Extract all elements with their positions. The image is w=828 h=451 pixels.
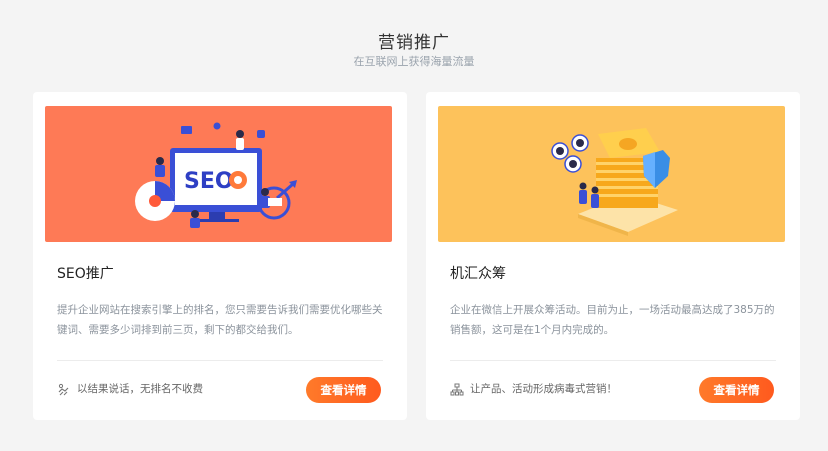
footer-text: 以结果说话，无排名不收费 xyxy=(77,383,203,395)
card-description: 提升企业网站在搜索引擎上的排名，您只需要告诉我们需要优化哪些关键词、需要多少词排… xyxy=(57,304,383,336)
view-details-button[interactable]: 查看详情 xyxy=(306,377,381,403)
seo-banner-text: SEO xyxy=(184,169,234,194)
crowdfunding-illustration xyxy=(438,106,785,242)
handshake-icon xyxy=(57,382,71,396)
card-title: 机汇众筹 xyxy=(450,266,506,282)
section-title: 营销推广 xyxy=(378,33,450,53)
section-subtitle: 在互联网上获得海量流量 xyxy=(353,55,475,68)
divider xyxy=(57,360,383,361)
service-card-seo: SEO SEO推广 提升企业网站在搜索引擎上的排名，您只需要告诉我们需要优化哪些… xyxy=(33,92,407,420)
service-card-crowdfunding: 机汇众筹 企业在微信上开展众筹活动。目前为止，一场活动最高达成了385万的销售额… xyxy=(426,92,800,420)
card-title: SEO推广 xyxy=(57,266,114,282)
view-details-button[interactable]: 查看详情 xyxy=(699,377,774,403)
seo-illustration: SEO xyxy=(45,106,392,242)
divider xyxy=(450,360,776,361)
card-description: 企业在微信上开展众筹活动。目前为止，一场活动最高达成了385万的销售额，这可是在… xyxy=(450,304,775,336)
footer-text: 让产品、活动形成病毒式营销！ xyxy=(470,383,617,395)
network-icon xyxy=(450,382,464,396)
